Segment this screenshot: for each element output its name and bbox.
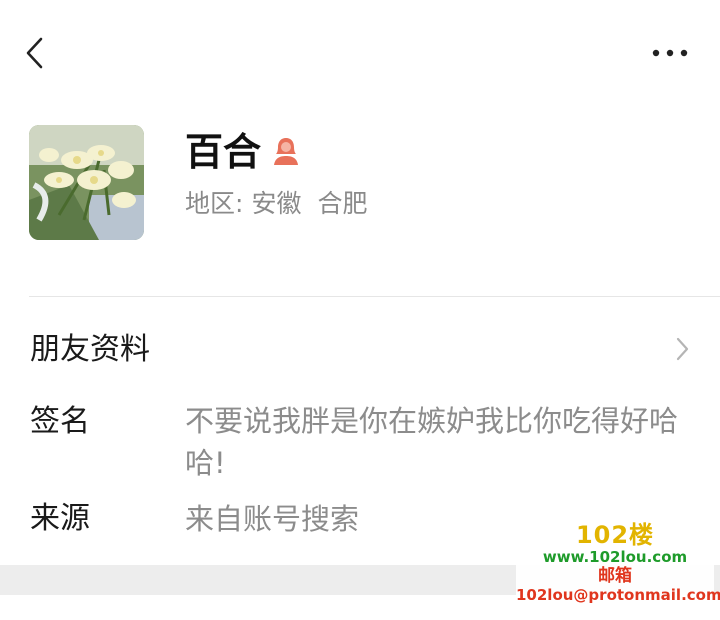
avatar[interactable] (29, 125, 144, 240)
source-label: 来源 (30, 501, 90, 536)
more-dots-icon (652, 49, 688, 57)
watermark-mail-label: 邮箱 (598, 566, 632, 586)
more-options-button[interactable] (648, 44, 692, 62)
region-text: 地区: 安徽 合肥 (185, 186, 367, 222)
watermark: 102楼 www.102lou.com 邮箱 102lou@protonmail… (516, 521, 720, 604)
friend-info-label: 朋友资料 (30, 332, 150, 367)
lily-flowers-photo (29, 125, 144, 240)
chevron-right-icon (672, 336, 692, 362)
signature-label: 签名 (30, 404, 90, 439)
chevron-left-icon (26, 37, 43, 69)
watermark-logo: 102楼 (575, 521, 655, 549)
watermark-email: 102lou@protonmail.com (516, 586, 720, 604)
divider (29, 296, 720, 297)
region-province: 安徽 (251, 189, 302, 218)
female-user-icon (272, 136, 300, 166)
region-label: 地区: (185, 189, 244, 218)
region-city: 合肥 (317, 189, 368, 218)
source-value: 来自账号搜索 (185, 502, 360, 536)
watermark-site: www.102lou.com (542, 548, 688, 566)
back-button[interactable] (22, 36, 52, 70)
signature-value: 不要说我胖是你在嫉妒我比你吃得好哈哈! (185, 404, 679, 480)
profile-name: 百合 (185, 130, 262, 174)
